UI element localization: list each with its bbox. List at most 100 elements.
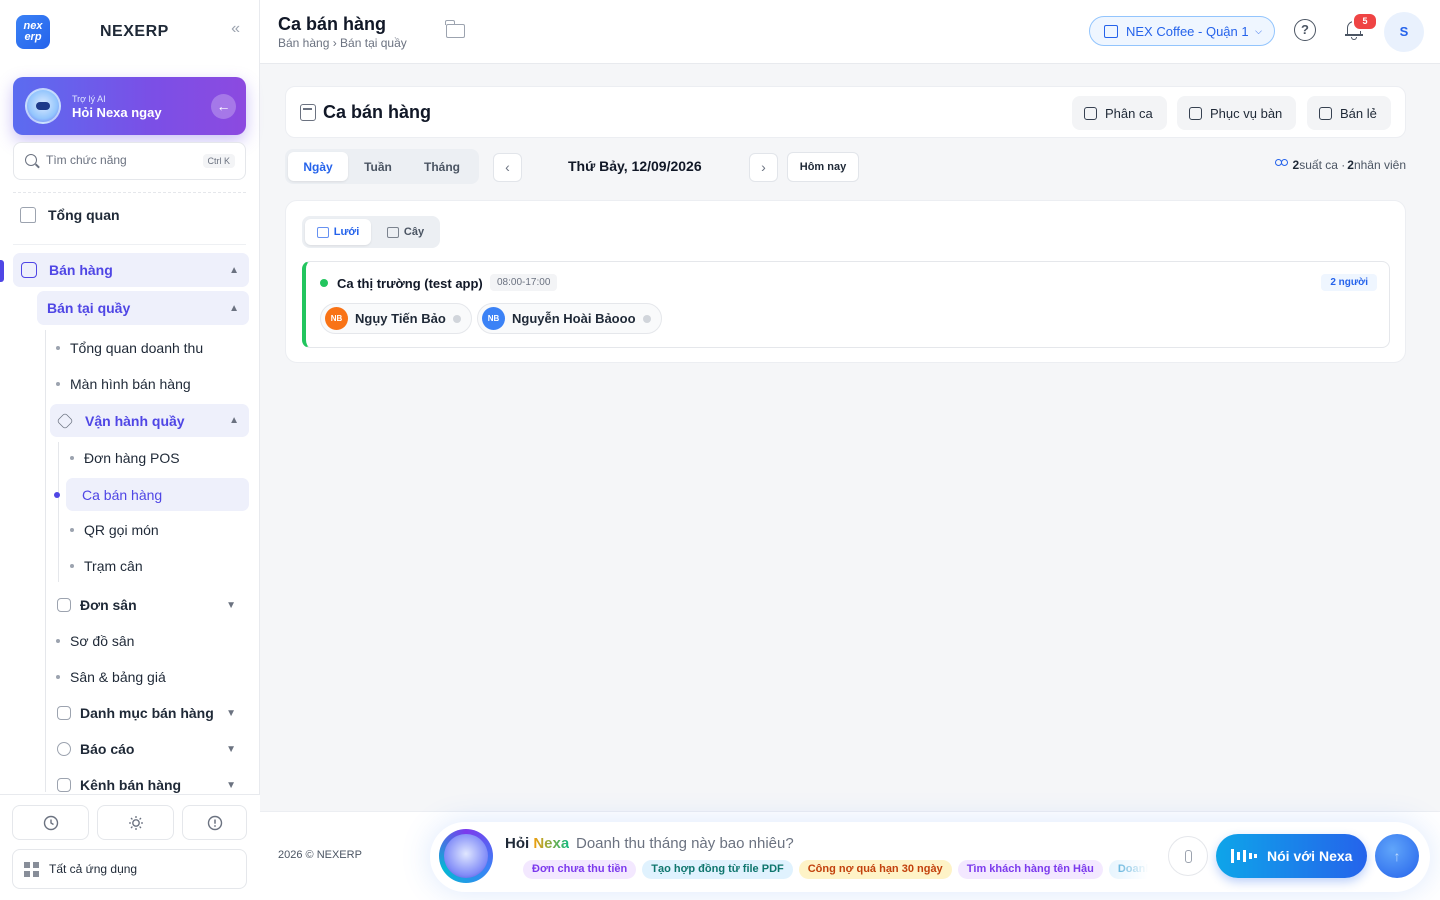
sidebar-item-revenue-overview[interactable]: Tổng quan doanh thu bbox=[56, 338, 246, 358]
shift-count: 2 bbox=[1292, 158, 1300, 172]
view-tree-button[interactable]: Cây bbox=[374, 219, 437, 245]
theme-button[interactable] bbox=[97, 805, 174, 840]
sidebar-item-overview[interactable]: Tổng quan bbox=[20, 203, 246, 227]
caret-down-icon: ▼ bbox=[226, 779, 236, 791]
suggestion-chip[interactable]: Tạo hợp đồng từ file PDF bbox=[642, 860, 793, 879]
store-selector[interactable]: NEX Coffee - Quận 1 ⌵ bbox=[1089, 16, 1275, 46]
sidebar-item-counter-ops[interactable]: Vận hành quầy ▲ bbox=[50, 404, 249, 437]
sidebar-item-label: Danh mục bán hàng bbox=[80, 705, 214, 721]
shift-card[interactable]: Ca thị trường (test app) 08:00-17:00 2 n… bbox=[302, 261, 1390, 348]
channels-icon bbox=[57, 778, 71, 792]
all-apps-button[interactable]: Tất cả ứng dụng bbox=[12, 849, 247, 889]
sidebar-item-reports[interactable]: Báo cáo ▼ bbox=[57, 739, 246, 759]
history-button[interactable] bbox=[12, 805, 89, 840]
suggestion-chip[interactable]: Đơn chưa thu tiền bbox=[523, 860, 637, 879]
tab-day[interactable]: Ngày bbox=[288, 152, 348, 181]
page-title: Ca bán hàng bbox=[278, 14, 387, 34]
sidebar-item-court-map[interactable]: Sơ đồ sân bbox=[56, 631, 246, 651]
sidebar-item-counter-sales[interactable]: Bán tại quầy ▲ bbox=[37, 291, 249, 325]
sidebar: nex erp NEXERP « Trợ lý AI Hỏi Nexa ngay… bbox=[0, 0, 260, 900]
assign-shift-button[interactable]: Phân ca bbox=[1072, 96, 1167, 130]
copy-icon bbox=[1189, 106, 1202, 120]
sidebar-item-sales-screen[interactable]: Màn hình bán hàng bbox=[56, 374, 246, 394]
card-title: Ca bán hàng bbox=[323, 102, 432, 122]
view-grid-button[interactable]: Lưới bbox=[305, 219, 371, 245]
caret-up-icon: ▲ bbox=[229, 264, 239, 276]
next-date-button[interactable]: › bbox=[749, 153, 778, 182]
period-tabs: Ngày Tuần Tháng bbox=[285, 149, 479, 184]
sidebar-item-pos-orders[interactable]: Đơn hàng POS bbox=[70, 448, 246, 468]
bullet-dot bbox=[56, 675, 60, 679]
calendar-icon bbox=[300, 104, 316, 121]
send-button[interactable]: ↑ bbox=[1375, 834, 1419, 878]
employee-name: Ngụy Tiến Bảo bbox=[355, 311, 446, 326]
voice-button[interactable]: Nói với Nexa bbox=[1216, 834, 1367, 878]
sidebar-item-sales-channels[interactable]: Kênh bán hàng ▼ bbox=[57, 775, 246, 795]
assistant-input[interactable] bbox=[576, 835, 1136, 852]
today-button[interactable]: Hôm nay bbox=[787, 152, 859, 182]
search-shortcut: Ctrl K bbox=[202, 154, 235, 168]
voice-label: Nói với Nexa bbox=[1267, 848, 1353, 864]
employee-chip[interactable]: NB Ngụy Tiến Bảo bbox=[320, 303, 472, 334]
caret-up-icon: ▲ bbox=[229, 415, 239, 426]
sidebar-item-weigh-station[interactable]: Trạm cân bbox=[70, 556, 246, 576]
sidebar-item-label: Báo cáo bbox=[80, 741, 135, 757]
button-label: Bán lẻ bbox=[1340, 105, 1377, 121]
sidebar-item-sales-catalog[interactable]: Danh mục bán hàng ▼ bbox=[57, 703, 246, 723]
ai-card-subtitle: Trợ lý AI bbox=[72, 94, 106, 104]
sidebar-item-label: Màn hình bán hàng bbox=[70, 376, 191, 392]
breadcrumb[interactable]: Bán hàng › Bán tại quầy bbox=[278, 36, 407, 50]
view-label: Lưới bbox=[333, 226, 360, 238]
report-issue-button[interactable] bbox=[182, 805, 247, 840]
sidebar-item-sales[interactable]: Bán hàng ▲ bbox=[13, 253, 249, 287]
ai-robot-icon[interactable] bbox=[439, 829, 493, 883]
sidebar-item-court-orders[interactable]: Đơn sân ▼ bbox=[57, 595, 246, 615]
help-icon[interactable]: ? bbox=[1294, 19, 1316, 41]
sidebar-item-court-prices[interactable]: Sân & bảng giá bbox=[56, 667, 246, 687]
staff-count: 2 bbox=[1347, 158, 1354, 172]
suggestion-chip[interactable]: Tìm khách hàng tên Hậu bbox=[957, 860, 1103, 879]
tab-week[interactable]: Tuần bbox=[349, 152, 407, 181]
staff-count-label: nhân viên bbox=[1353, 158, 1406, 172]
assistant-bar: Hỏi Nexa Đơn chưa thu tiền Tạo hợp đồng t… bbox=[430, 822, 1430, 892]
app-logo[interactable]: nex erp bbox=[16, 15, 50, 49]
suggestion-chip[interactable]: Doanh bbox=[1108, 860, 1148, 879]
sidebar-item-label: Bán tại quầy bbox=[47, 300, 131, 316]
avatar: NB bbox=[325, 307, 348, 330]
employee-chip[interactable]: NB Nguyễn Hoài Bảooo bbox=[477, 303, 662, 334]
collapse-sidebar-icon[interactable]: « bbox=[231, 20, 240, 38]
presence-dot bbox=[642, 314, 651, 323]
status-badge: 2 người bbox=[1321, 274, 1377, 291]
retail-button[interactable]: Bán lẻ bbox=[1307, 96, 1391, 130]
avatar: NB bbox=[482, 307, 505, 330]
caret-down-icon: ▼ bbox=[226, 743, 236, 755]
store-icon bbox=[1104, 24, 1118, 38]
suggestion-chips: Đơn chưa thu tiền Tạo hợp đồng từ file PD… bbox=[523, 859, 1148, 879]
sidebar-item-sales-shift[interactable]: Ca bán hàng bbox=[66, 478, 249, 511]
sidebar-item-qr-order[interactable]: QR gọi món bbox=[70, 520, 246, 540]
avatar[interactable]: S bbox=[1384, 12, 1424, 52]
shift-summary: 2 suất ca · 2 nhân viên bbox=[1274, 158, 1406, 172]
assistant-brand: Nexa bbox=[533, 835, 570, 852]
active-indicator bbox=[0, 260, 4, 282]
search-input[interactable] bbox=[46, 153, 196, 167]
clock-icon bbox=[43, 815, 58, 830]
active-dot bbox=[54, 492, 60, 498]
ai-assistant-card[interactable]: Trợ lý AI Hỏi Nexa ngay ← bbox=[13, 77, 246, 135]
prev-date-button[interactable]: ‹ bbox=[493, 153, 522, 182]
suggestion-chip[interactable]: Công nợ quá hạn 30 ngày bbox=[798, 860, 952, 879]
table-service-button[interactable]: Phục vụ bàn bbox=[1177, 96, 1297, 130]
employee-name: Nguyễn Hoài Bảooo bbox=[512, 311, 636, 326]
top-header: Ca bán hàng Bán hàng › Bán tại quầy NEX … bbox=[260, 0, 1440, 64]
grid-icon bbox=[57, 706, 71, 720]
alert-icon bbox=[207, 815, 222, 830]
folder-icon[interactable] bbox=[445, 20, 465, 38]
arrow-left-icon[interactable]: ← bbox=[211, 94, 236, 119]
bell-base bbox=[1345, 34, 1363, 36]
apps-grid-icon bbox=[24, 861, 39, 877]
paperclip-icon[interactable] bbox=[1168, 836, 1208, 876]
waveform-icon bbox=[1231, 849, 1257, 863]
function-search[interactable]: Ctrl K bbox=[13, 142, 246, 180]
chart-pie-icon bbox=[57, 742, 71, 756]
tab-month[interactable]: Tháng bbox=[409, 152, 475, 181]
